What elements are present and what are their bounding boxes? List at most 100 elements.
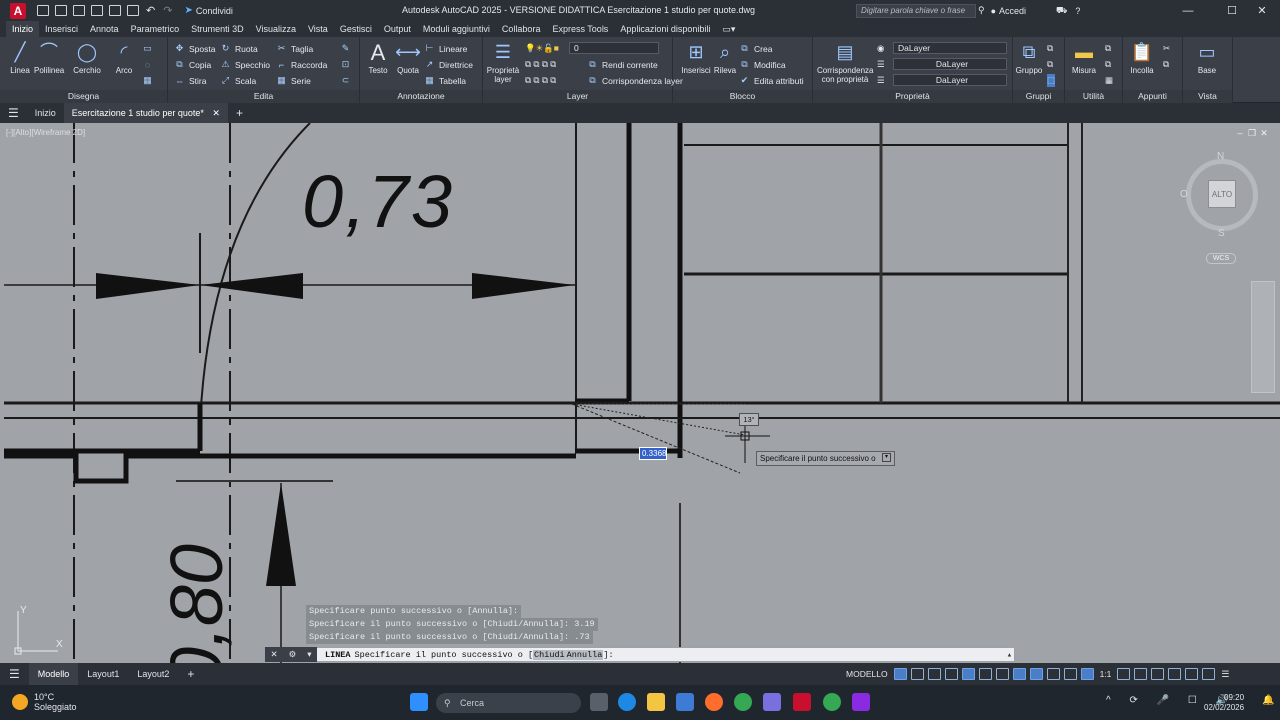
tab-express-tools[interactable]: Express Tools [546, 21, 614, 37]
linetype-dropdown[interactable]: DaLayer [893, 58, 1007, 70]
app-menu-icon[interactable]: ☰ [0, 103, 27, 123]
lineare-button[interactable]: ⊢ Lineare [424, 42, 468, 55]
direttrice-button[interactable]: ↗ Direttrice [424, 58, 473, 71]
quick-select-icon[interactable]: ⧉ [1105, 42, 1111, 55]
tab-vista[interactable]: Vista [302, 21, 334, 37]
rileva-button[interactable]: ⌕ Rileva [711, 41, 739, 76]
clock[interactable]: 09:20 02/02/2026 [1204, 693, 1244, 713]
drawing-viewport[interactable]: 0,73 0,80 [-][Alto][Wireframe 2D] – ❐ ✕ … [0, 123, 1280, 663]
tab-modello[interactable]: Modello [28, 663, 79, 685]
layer-dropdown[interactable]: 0 [569, 42, 659, 54]
ribbon-options-icon[interactable]: ▭▾ [716, 21, 741, 37]
minimize-button[interactable]: — [1170, 0, 1206, 21]
plot-icon[interactable] [127, 5, 139, 16]
cerchio-button[interactable]: ◯ Cerchio [72, 41, 102, 76]
help-icon[interactable]: ? [1075, 6, 1080, 16]
base-button[interactable]: ▭ Base [1193, 41, 1221, 76]
offset-button[interactable]: ⊂ [340, 74, 355, 87]
tab-moduli-aggiuntivi[interactable]: Moduli aggiuntivi [417, 21, 496, 37]
sposta-button[interactable]: ✥ Sposta [174, 42, 216, 55]
wcs-menu[interactable]: WCS [1206, 253, 1236, 264]
viewcube-top-face[interactable]: ALTO [1208, 180, 1236, 208]
panel-disegna-title[interactable]: Disegna [0, 90, 167, 103]
stira-button[interactable]: ⇔ Stira [174, 74, 206, 87]
rendi-corrente-button[interactable]: ⧉ Rendi corrente [587, 58, 657, 71]
customize-icon[interactable]: ⚙ [289, 649, 297, 660]
tab-visualizza[interactable]: Visualizza [250, 21, 302, 37]
ruota-button[interactable]: ↻ Ruota [220, 42, 258, 55]
navigation-bar[interactable] [1251, 281, 1275, 393]
option-annulla[interactable]: Annulla [565, 649, 604, 660]
task-view-icon[interactable] [590, 693, 608, 711]
hatch-button[interactable]: ◌ [142, 58, 157, 71]
panel-vista-title[interactable]: Vista [1183, 90, 1232, 103]
viewport-restore-icon[interactable]: ❐ [1246, 127, 1258, 139]
tab-gestisci[interactable]: Gestisci [334, 21, 378, 37]
panel-layer-title[interactable]: Layer [483, 90, 672, 103]
dynamic-distance-input[interactable]: 0.3368 [639, 447, 667, 460]
cut-icon[interactable]: ✂ [1163, 42, 1170, 55]
tab-applicazioni[interactable]: Applicazioni disponibili [614, 21, 716, 37]
file-explorer-icon[interactable] [647, 693, 665, 711]
modifica-button[interactable]: ⧉ Modifica [739, 58, 785, 71]
erase-button[interactable]: ✎ [340, 42, 355, 55]
app-icon[interactable] [852, 693, 870, 711]
crea-button[interactable]: ⧉ Crea [739, 42, 772, 55]
close-command-icon[interactable]: ✕ [270, 649, 277, 660]
compass-north[interactable]: N [1217, 151, 1224, 162]
dimension-text-080[interactable]: 0,80 [154, 544, 239, 663]
snap-icon[interactable] [910, 668, 924, 680]
calculator-icon[interactable]: ▦ [1105, 74, 1113, 87]
add-layout-button[interactable]: + [178, 663, 203, 685]
copy-clip-icon[interactable]: ⧉ [1163, 58, 1169, 71]
otrack-icon[interactable] [995, 668, 1009, 680]
close-tab-icon[interactable]: ✕ [212, 108, 220, 118]
arco-button[interactable]: ◜ Arco [110, 41, 138, 76]
panel-gruppi-title[interactable]: Gruppi [1013, 90, 1064, 103]
share-button[interactable]: ➤ Condividi [184, 5, 232, 16]
corrispondenza-layer-button[interactable]: ⧉ Corrispondenza layer [587, 74, 683, 87]
tab-inserisci[interactable]: Inserisci [39, 21, 84, 37]
specchio-button[interactable]: ⚠ Specchio [220, 58, 270, 71]
option-chiudi[interactable]: Chiudi [533, 649, 566, 660]
weather-widget[interactable]: 10°C Soleggiato [12, 692, 77, 712]
teams-icon[interactable] [763, 693, 781, 711]
polar-icon[interactable] [961, 668, 975, 680]
help-search-input[interactable]: Digitare parola chiave o frase [856, 4, 976, 18]
compass-south[interactable]: S [1218, 228, 1225, 239]
firefox-icon[interactable] [705, 693, 723, 711]
notifications-icon[interactable]: 🔔 [1262, 695, 1274, 706]
tab-layout1[interactable]: Layout1 [78, 663, 128, 685]
taskbar-search[interactable]: ⚲ Cerca [436, 693, 581, 713]
file-tab-home[interactable]: Inizio [27, 103, 64, 123]
customization-icon[interactable]: ☰ [1221, 669, 1229, 680]
panel-blocco-title[interactable]: Blocco [673, 90, 812, 103]
layer-tools-row1[interactable]: ⧉ ⧉ ⧉ ⧉ [525, 58, 556, 71]
tab-inizio[interactable]: Inizio [6, 21, 40, 37]
open-file-icon[interactable] [55, 5, 67, 16]
signin-button[interactable]: Accedi [999, 6, 1026, 16]
save-as-icon[interactable] [91, 5, 103, 16]
dimension-text-073[interactable]: 0,73 [302, 159, 454, 244]
panel-proprieta-title[interactable]: Proprietà [813, 90, 1012, 103]
chrome-profile-icon[interactable] [823, 693, 841, 711]
new-file-icon[interactable] [37, 5, 49, 16]
hardware-acceleration-icon[interactable] [1185, 668, 1199, 680]
save-icon[interactable] [73, 5, 85, 16]
viewport-controls-label[interactable]: [-][Alto][Wireframe 2D] [6, 128, 85, 137]
viewcube[interactable]: ALTO N S O [1180, 151, 1264, 239]
autocad-logo-icon[interactable]: A [10, 2, 26, 19]
layout-menu-icon[interactable]: ☰ [0, 663, 29, 685]
search-icon[interactable]: ⚲ [978, 5, 985, 16]
scala-button[interactable]: ⤢ Scala [220, 74, 256, 87]
web-mobile-icon[interactable] [109, 5, 121, 16]
tab-strumenti-3d[interactable]: Strumenti 3D [185, 21, 250, 37]
panel-edita-title[interactable]: Edita [168, 90, 359, 103]
osnap-icon[interactable] [1012, 668, 1026, 680]
explode-button[interactable]: ⊡ [340, 58, 355, 71]
linea-button[interactable]: ╱ Linea [6, 41, 34, 76]
proprieta-layer-button[interactable]: ☰ Proprietà layer [485, 41, 521, 85]
autocad-taskbar-icon[interactable] [793, 693, 811, 711]
group-select-icon[interactable]: ⬚ [1047, 74, 1056, 87]
edge-icon[interactable] [618, 693, 636, 711]
